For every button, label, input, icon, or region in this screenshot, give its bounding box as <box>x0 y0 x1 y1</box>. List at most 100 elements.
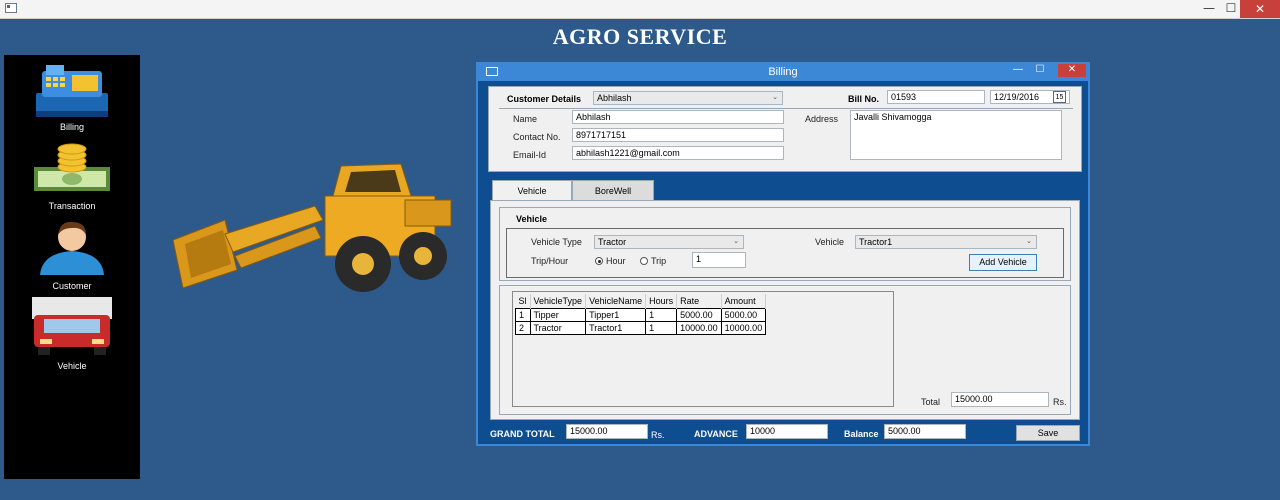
grid-cell[interactable]: 1 <box>515 308 531 322</box>
balance-label: Balance <box>844 429 879 439</box>
maximize-button[interactable]: ☐ <box>1220 0 1242 18</box>
table-row[interactable]: 2 Tractor Tractor1 1 10000.00 10000.00 <box>515 321 767 335</box>
app-window-icon <box>5 3 17 13</box>
close-button[interactable]: ✕ <box>1240 0 1280 18</box>
billing-window: Billing — ☐ ✕ Customer Details Abhilash … <box>476 62 1090 446</box>
email-label: Email-Id <box>513 150 547 160</box>
vehicle-type-select[interactable]: Tractor ⌄ <box>594 235 744 249</box>
billing-titlebar: Billing — ☐ ✕ <box>478 64 1088 81</box>
billing-maximize-button[interactable]: ☐ <box>1030 64 1050 78</box>
vehicle-label: Vehicle <box>815 237 845 247</box>
radio-trip[interactable]: Trip <box>640 256 666 266</box>
sidebar-item-vehicle[interactable]: Vehicle <box>4 295 140 375</box>
quantity-field[interactable]: 1 <box>692 252 746 268</box>
vehicle-type-label: Vehicle Type <box>531 237 582 247</box>
chevron-down-icon: ⌄ <box>772 94 778 101</box>
address-label: Address <box>805 114 839 124</box>
grid-header-row: Sl VehicleType VehicleName Hours Rate Am… <box>515 294 767 309</box>
grid-col-sl[interactable]: Sl <box>515 294 531 309</box>
grid-cell[interactable]: 1 <box>645 321 678 335</box>
vehicle-type-value: Tractor <box>598 237 627 247</box>
sidebar-item-label: Vehicle <box>57 361 87 371</box>
contact-field[interactable]: 8971717151 <box>572 128 784 142</box>
grand-total-currency-label: Rs. <box>651 430 665 440</box>
grid-cell[interactable]: 2 <box>515 321 531 335</box>
radio-hour-label: Hour <box>606 256 626 266</box>
vehicle-select[interactable]: Tractor1 ⌄ <box>855 235 1037 249</box>
vehicle-grid-table: Sl VehicleType VehicleName Hours Rate Am… <box>515 294 767 335</box>
grand-total-label: GRAND TOTAL <box>490 429 555 439</box>
customer-details-label: Customer Details <box>507 94 582 104</box>
billing-minimize-button[interactable]: — <box>1008 64 1028 78</box>
customer-select-value: Abhilash <box>597 93 632 103</box>
contact-label: Contact No. <box>513 132 561 142</box>
sidebar-item-billing[interactable]: Billing <box>4 61 140 141</box>
page-title: AGRO SERVICE <box>552 24 728 49</box>
billing-title: Billing <box>768 66 798 78</box>
grid-cell[interactable]: 10000.00 <box>720 321 767 335</box>
chevron-down-icon: ⌄ <box>1026 238 1032 245</box>
grid-cell[interactable]: 5000.00 <box>676 308 722 322</box>
vehicle-grid[interactable]: Sl VehicleType VehicleName Hours Rate Am… <box>512 291 894 407</box>
name-label: Name <box>513 114 538 124</box>
grid-col-hours[interactable]: Hours <box>645 294 678 309</box>
bill-no-field[interactable]: 01593 <box>887 90 985 104</box>
save-button[interactable]: Save <box>1016 425 1080 441</box>
advance-field[interactable]: 10000 <box>746 424 828 439</box>
balance-field[interactable]: 5000.00 <box>884 424 966 439</box>
trip-hour-label: Trip/Hour <box>531 256 569 266</box>
grid-cell[interactable]: Tractor <box>529 321 587 335</box>
minimize-button[interactable]: — <box>1198 0 1220 18</box>
user-icon <box>40 221 104 275</box>
chevron-down-icon: ⌄ <box>733 238 739 245</box>
grid-cell[interactable]: Tractor1 <box>585 321 647 335</box>
sidebar-item-transaction[interactable]: Transaction <box>4 141 140 221</box>
truck-icon <box>32 297 112 355</box>
vehicle-inner-box: Vehicle Type Tractor ⌄ Vehicle Tractor1 … <box>506 228 1064 278</box>
tab-vehicle[interactable]: Vehicle <box>492 180 572 202</box>
grid-cell[interactable]: 1 <box>645 308 678 322</box>
grid-col-amount[interactable]: Amount <box>721 294 767 309</box>
grid-cell[interactable]: Tipper <box>529 308 587 322</box>
grand-total-field[interactable]: 15000.00 <box>566 424 648 439</box>
radio-trip-indicator <box>640 257 648 265</box>
sidebar-item-label: Billing <box>59 122 84 132</box>
tab-borewell[interactable]: BoreWell <box>572 180 654 200</box>
outer-titlebar: — ☐ ✕ <box>0 0 1280 19</box>
grid-cell[interactable]: 5000.00 <box>720 308 767 322</box>
grid-cell[interactable]: 10000.00 <box>676 321 722 335</box>
vehicle-value: Tractor1 <box>859 237 893 247</box>
calendar-icon[interactable]: 15 <box>1053 91 1066 103</box>
name-field[interactable]: Abhilash <box>572 110 784 124</box>
billing-close-button[interactable]: ✕ <box>1058 64 1086 77</box>
table-row[interactable]: 1 Tipper Tipper1 1 5000.00 5000.00 <box>515 308 767 322</box>
grid-col-vehicletype[interactable]: VehicleType <box>530 294 587 309</box>
bill-no-label: Bill No. <box>848 94 879 104</box>
grid-col-rate[interactable]: Rate <box>676 294 722 309</box>
grid-cell[interactable]: Tipper1 <box>585 308 647 322</box>
radio-hour-indicator <box>595 257 603 265</box>
tab-content: Vehicle Vehicle Type Tractor ⌄ Vehicle T… <box>490 200 1080 420</box>
radio-hour[interactable]: Hour <box>595 256 626 266</box>
total-label: Total <box>921 397 941 407</box>
backhoe-loader-icon <box>172 163 452 292</box>
sidebar-item-label: Transaction <box>48 201 96 211</box>
total-field[interactable]: 15000.00 <box>951 392 1049 407</box>
date-value: 12/19/2016 <box>994 92 1040 102</box>
advance-label: ADVANCE <box>694 429 738 439</box>
customer-panel: Customer Details Abhilash ⌄ Bill No. 015… <box>488 86 1082 172</box>
vehicle-section-title: Vehicle <box>516 214 548 224</box>
sidebar-item-customer[interactable]: Customer <box>4 217 140 297</box>
cash-register-icon <box>36 65 108 117</box>
grid-group: Sl VehicleType VehicleName Hours Rate Am… <box>499 285 1071 415</box>
vehicle-group: Vehicle Vehicle Type Tractor ⌄ Vehicle T… <box>499 207 1071 281</box>
radio-trip-label: Trip <box>651 256 667 266</box>
sidebar: Billing Transaction Customer Vehicle <box>4 55 140 479</box>
divider <box>499 108 1073 109</box>
add-vehicle-button[interactable]: Add Vehicle <box>969 254 1037 271</box>
total-currency-label: Rs. <box>1053 397 1067 407</box>
customer-select[interactable]: Abhilash ⌄ <box>593 91 783 105</box>
grid-col-vehiclename[interactable]: VehicleName <box>585 294 647 309</box>
address-field[interactable]: Javalli Shivamogga <box>850 110 1062 160</box>
email-field[interactable]: abhilash1221@gmail.com <box>572 146 784 160</box>
